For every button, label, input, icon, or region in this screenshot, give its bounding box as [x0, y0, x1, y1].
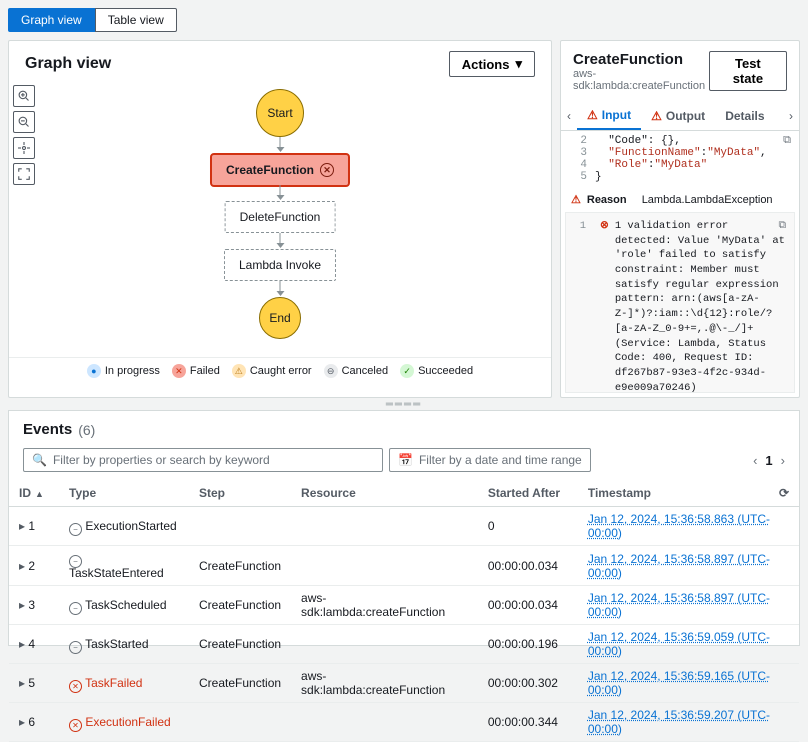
events-panel: Events (6) 🔍 Filter by properties or sea… — [8, 410, 800, 646]
tab-input[interactable]: ⚠Input — [577, 102, 641, 130]
view-tabs: Graph view Table view — [8, 8, 177, 32]
error-detail: 1 ⊗ ⧉ 1 validation error detected: Value… — [565, 212, 795, 393]
tab-table-view[interactable]: Table view — [95, 8, 177, 32]
status-icon: ✕ — [69, 719, 82, 732]
test-state-button[interactable]: Test state — [709, 51, 787, 91]
warning-icon: ⚠ — [651, 109, 662, 123]
col-id[interactable]: ID▲ — [9, 480, 59, 507]
events-table: ID▲ Type Step Resource Started After Tim… — [9, 480, 799, 742]
warning-icon: ⚠ — [571, 193, 581, 206]
timestamp-link[interactable]: Jan 12, 2024, 15:36:59.059 (UTC-00:00) — [588, 630, 770, 658]
error-x-icon: ⊗ — [600, 219, 609, 386]
tab-details[interactable]: Details — [715, 103, 774, 129]
timestamp-link[interactable]: Jan 12, 2024, 15:36:58.897 (UTC-00:00) — [588, 591, 770, 619]
graph-title: Graph view — [25, 55, 111, 73]
timestamp-link[interactable]: Jan 12, 2024, 15:36:59.207 (UTC-00:00) — [588, 708, 770, 736]
timestamp-link[interactable]: Jan 12, 2024, 15:36:58.897 (UTC-00:00) — [588, 552, 770, 580]
node-start[interactable]: Start — [256, 89, 304, 137]
status-icon: − — [69, 555, 82, 568]
details-title: CreateFunction — [573, 51, 709, 68]
reason-row: ⚠ Reason Lambda.LambdaException — [561, 187, 799, 212]
tab-scroll-right[interactable]: › — [783, 105, 799, 127]
col-type[interactable]: Type — [59, 480, 189, 507]
details-subtitle: aws-sdk:lambda:createFunction — [573, 68, 709, 92]
node-lambdainvoke[interactable]: Lambda Invoke — [224, 249, 336, 281]
copy-icon[interactable]: ⧉ — [783, 135, 791, 147]
table-row[interactable]: ▸ 3− TaskScheduledCreateFunctionaws-sdk:… — [9, 586, 799, 625]
col-step[interactable]: Step — [189, 480, 291, 507]
events-title: Events — [23, 421, 72, 438]
expand-caret[interactable]: ▸ — [19, 598, 25, 612]
filter-input[interactable]: 🔍 Filter by properties or search by keyw… — [23, 448, 383, 472]
tab-output[interactable]: ⚠Output — [641, 103, 715, 129]
error-icon: ✕ — [320, 163, 334, 177]
resize-handle[interactable]: ════ — [0, 398, 808, 410]
col-timestamp[interactable]: Timestamp⟳ — [578, 480, 799, 507]
date-filter-input[interactable]: 📅 Filter by a date and time range — [389, 448, 591, 472]
table-row[interactable]: ▸ 2− TaskStateEnteredCreateFunction00:00… — [9, 546, 799, 586]
graph-canvas[interactable]: Start CreateFunction✕ DeleteFunction Lam… — [9, 87, 551, 357]
sort-asc-icon: ▲ — [35, 489, 44, 499]
chevron-down-icon: ▾ — [515, 56, 522, 72]
settings-icon[interactable]: ⟳ — [779, 486, 789, 500]
node-deletefunction[interactable]: DeleteFunction — [225, 201, 336, 233]
status-icon: − — [69, 602, 82, 615]
node-createfunction[interactable]: CreateFunction✕ — [210, 153, 350, 187]
table-row[interactable]: ▸ 5✕ TaskFailedCreateFunctionaws-sdk:lam… — [9, 664, 799, 703]
details-panel: CreateFunction aws-sdk:lambda:createFunc… — [560, 40, 800, 398]
timestamp-link[interactable]: Jan 12, 2024, 15:36:59.165 (UTC-00:00) — [588, 669, 770, 697]
warning-icon: ⚠ — [587, 108, 598, 122]
expand-caret[interactable]: ▸ — [19, 676, 25, 690]
page-prev[interactable]: ‹ — [753, 453, 757, 468]
calendar-icon: 📅 — [398, 453, 413, 467]
graph-panel: Graph view Actions▾ Start CreateFunction… — [8, 40, 552, 398]
copy-icon[interactable]: ⧉ — [779, 219, 787, 234]
tab-scroll-left[interactable]: ‹ — [561, 105, 577, 127]
col-resource[interactable]: Resource — [291, 480, 478, 507]
legend: ●In progress ✕Failed ⚠Caught error ⊖Canc… — [9, 357, 551, 384]
expand-caret[interactable]: ▸ — [19, 715, 25, 729]
page-current: 1 — [765, 453, 772, 468]
table-row[interactable]: ▸ 6✕ ExecutionFailed00:00:00.344Jan 12, … — [9, 703, 799, 742]
table-row[interactable]: ▸ 4− TaskStartedCreateFunction00:00:00.1… — [9, 625, 799, 664]
table-row[interactable]: ▸ 1− ExecutionStarted0Jan 12, 2024, 15:3… — [9, 507, 799, 546]
col-started[interactable]: Started After — [478, 480, 578, 507]
status-icon: − — [69, 523, 82, 536]
expand-caret[interactable]: ▸ — [19, 559, 25, 573]
timestamp-link[interactable]: Jan 12, 2024, 15:36:58.863 (UTC-00:00) — [588, 512, 770, 540]
input-code: ⧉ 2 "Code": {}, 3 "FunctionName": "MyDat… — [561, 131, 799, 187]
status-icon: − — [69, 641, 82, 654]
expand-caret[interactable]: ▸ — [19, 637, 25, 651]
expand-caret[interactable]: ▸ — [19, 519, 25, 533]
actions-button[interactable]: Actions▾ — [449, 51, 535, 77]
node-end[interactable]: End — [259, 297, 301, 339]
events-count: (6) — [78, 422, 95, 438]
status-icon: ✕ — [69, 680, 82, 693]
search-icon: 🔍 — [32, 453, 47, 467]
page-next[interactable]: › — [781, 453, 785, 468]
tab-graph-view[interactable]: Graph view — [8, 8, 95, 32]
